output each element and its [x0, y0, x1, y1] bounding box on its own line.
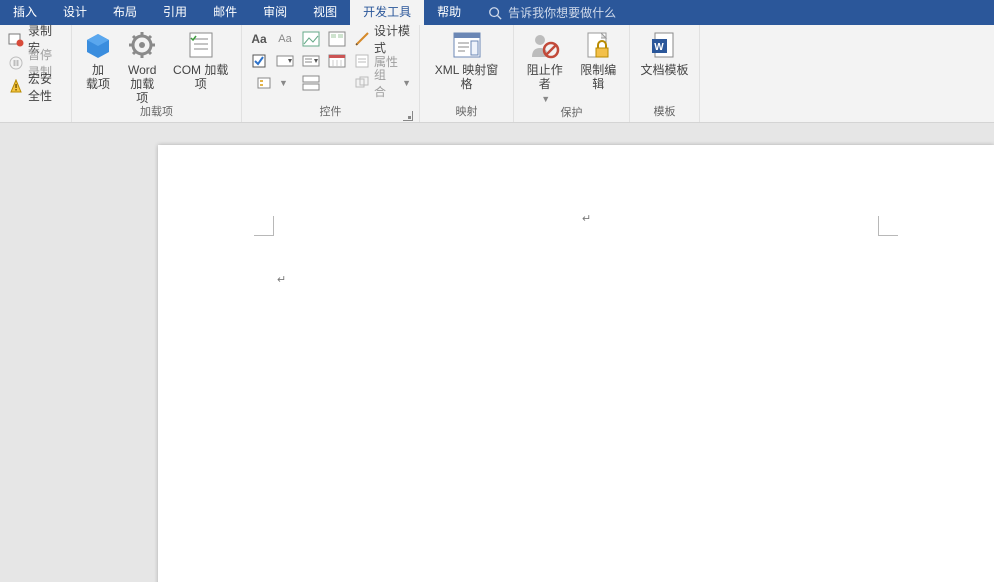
restrict-editing-button[interactable]: 限制编辑: [572, 27, 626, 91]
group-protect-label: 保护: [518, 106, 625, 122]
shield-warn-icon: [8, 79, 24, 95]
tell-me-placeholder: 告诉我你想要做什么: [508, 4, 616, 21]
tab-references[interactable]: 引用: [150, 0, 200, 25]
group-icon: [354, 75, 370, 91]
controls-gallery: Aa Aa ▼: [246, 27, 350, 95]
checklist-icon: [185, 29, 217, 61]
legacy-tools-icon[interactable]: [256, 74, 276, 92]
tab-help[interactable]: 帮助: [424, 0, 474, 25]
tell-me-search[interactable]: 告诉我你想要做什么: [488, 4, 616, 21]
properties-icon: [354, 53, 370, 69]
richtext-control-icon[interactable]: Aa: [249, 30, 269, 48]
checkbox-control-icon[interactable]: [249, 52, 269, 70]
dropdown-control-icon[interactable]: [301, 52, 321, 70]
paragraph-mark: ↵: [277, 273, 286, 286]
combobox-control-icon[interactable]: [275, 52, 295, 70]
chevron-down-icon[interactable]: ▼: [279, 78, 288, 88]
group-code-label: [4, 105, 67, 122]
document-page[interactable]: ↵ ↵: [158, 145, 994, 582]
document-template-button[interactable]: W 文档模板: [634, 27, 694, 77]
header-paragraph-mark: ↵: [582, 212, 591, 225]
word-addins-button[interactable]: Word加载项: [120, 27, 164, 105]
addins-icon: [82, 29, 114, 61]
group-controls: Aa Aa ▼ 设计模式: [242, 25, 420, 122]
com-addins-button[interactable]: COM 加载项: [164, 27, 237, 91]
macro-security-button[interactable]: 宏安全性: [6, 77, 65, 97]
group-template-label: 模板: [634, 105, 695, 122]
group-controls-label: 控件: [246, 105, 415, 122]
ribbon: 录制宏 暂停录制 宏安全性: [0, 25, 994, 123]
group-code: 录制宏 暂停录制 宏安全性: [0, 25, 72, 122]
tab-review[interactable]: 审阅: [250, 0, 300, 25]
design-mode-icon: [354, 31, 370, 47]
gear-icon: [126, 29, 158, 61]
chevron-down-icon: ▼: [541, 94, 550, 104]
repeating-control-icon[interactable]: [301, 74, 321, 92]
ribbon-tabs: 插入 设计 布局 引用 邮件 审阅 视图 开发工具 帮助 告诉我你想要做什么: [0, 0, 994, 25]
group-addins: 加载项 Word加载项 COM 加载项 加载项: [72, 25, 242, 122]
group-template: W 文档模板 模板: [630, 25, 700, 122]
picture-control-icon[interactable]: [301, 30, 321, 48]
tab-layout[interactable]: 布局: [100, 0, 150, 25]
record-macro-icon: [8, 31, 24, 47]
plaintext-control-icon[interactable]: Aa: [275, 30, 295, 48]
group-mapping: XML 映射窗格 映射: [420, 25, 514, 122]
margin-guide: [878, 235, 898, 236]
search-icon: [488, 6, 502, 20]
tab-mail[interactable]: 邮件: [200, 0, 250, 25]
block-authors-icon: [529, 29, 561, 61]
group-mapping-label: 映射: [424, 105, 509, 122]
chevron-down-icon: ▼: [402, 78, 411, 88]
datepicker-control-icon[interactable]: [327, 52, 347, 70]
svg-text:W: W: [655, 42, 665, 53]
buildingblock-control-icon[interactable]: [327, 30, 347, 48]
addins-button[interactable]: 加载项: [76, 27, 120, 91]
tab-view[interactable]: 视图: [300, 0, 350, 25]
group-toggle-button: 组合 ▼: [354, 73, 411, 93]
margin-guide: [254, 235, 274, 236]
margin-guide: [273, 216, 274, 236]
lock-doc-icon: [582, 29, 614, 61]
design-mode-button[interactable]: 设计模式: [354, 29, 411, 49]
pause-icon: [8, 55, 24, 71]
dialog-launcher-icon[interactable]: [403, 111, 413, 121]
group-protect: 阻止作者▼ 限制编辑 保护: [514, 25, 630, 122]
group-addins-label: 加载项: [76, 105, 237, 122]
block-authors-button[interactable]: 阻止作者▼: [518, 27, 572, 106]
xml-mapping-button[interactable]: XML 映射窗格: [424, 27, 509, 91]
xml-pane-icon: [451, 29, 483, 61]
document-workspace[interactable]: ↵ ↵: [0, 123, 994, 582]
margin-guide: [878, 216, 879, 236]
word-template-icon: W: [648, 29, 680, 61]
